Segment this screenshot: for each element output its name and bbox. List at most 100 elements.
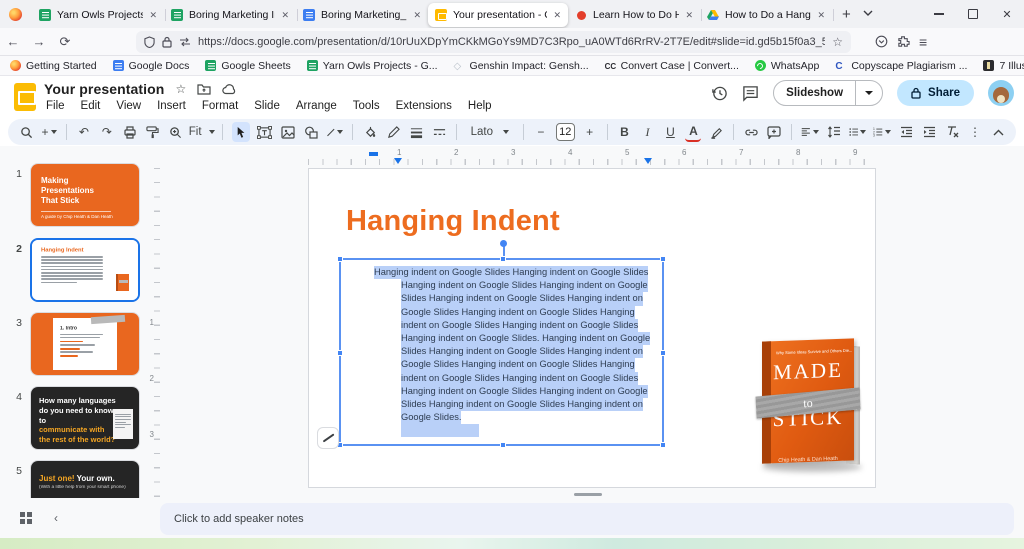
menu-help[interactable]: Help: [463, 99, 497, 113]
slide-thumbnail-4[interactable]: How many languages do you need to know t…: [30, 386, 140, 450]
menu-hamburger-icon[interactable]: ≡: [919, 34, 927, 50]
window-close-button[interactable]: ✕: [990, 1, 1024, 27]
bookmark-getting-started[interactable]: Getting Started: [10, 60, 97, 72]
highlight-color-icon[interactable]: [708, 122, 724, 142]
permissions-icon[interactable]: [179, 37, 191, 47]
window-maximize-button[interactable]: [956, 1, 990, 27]
cloud-status-icon[interactable]: [222, 84, 237, 95]
underline-button[interactable]: U: [662, 122, 678, 142]
slide-thumbnail-1[interactable]: Making Presentations That Stick A guide …: [30, 163, 140, 227]
align-button[interactable]: [801, 122, 819, 142]
first-line-indent-marker[interactable]: [369, 152, 378, 156]
version-history-icon[interactable]: [711, 85, 728, 102]
bookmark-whatsapp[interactable]: WhatsApp: [755, 60, 819, 72]
print-icon[interactable]: [122, 122, 138, 142]
font-size-input[interactable]: 12: [556, 123, 575, 141]
bulleted-list-button[interactable]: [849, 122, 867, 142]
tab-close-icon[interactable]: ✕: [817, 11, 825, 20]
tab-boring-marketing-internal[interactable]: Boring Marketing Internal - ✕: [164, 3, 296, 27]
increase-font-size-button[interactable]: +: [582, 122, 598, 142]
menu-format[interactable]: Format: [197, 99, 243, 113]
document-title[interactable]: Your presentation: [44, 81, 164, 97]
zoom-icon[interactable]: [168, 122, 184, 142]
menu-tools[interactable]: Tools: [348, 99, 385, 113]
tab-how-to-hanging-indent[interactable]: How to Do a Hanging Inde ✕: [700, 3, 832, 27]
decrease-indent-icon[interactable]: [898, 122, 914, 142]
numbered-list-button[interactable]: 123: [873, 122, 891, 142]
bookmark-convert-case[interactable]: Convert Case | Convert...: [605, 60, 739, 72]
slide-thumbnail-3[interactable]: 1. Intro: [30, 312, 140, 376]
zoom-select[interactable]: Fit: [191, 122, 213, 142]
extensions-icon[interactable]: [897, 35, 910, 48]
bookmark-copyscape[interactable]: Copyscape Plagiarism ...: [835, 60, 967, 72]
list-all-tabs-icon[interactable]: [863, 10, 872, 19]
star-document-icon[interactable]: ☆: [175, 82, 186, 96]
hanging-indent-marker[interactable]: [394, 158, 402, 164]
border-dash-icon[interactable]: [431, 122, 447, 142]
window-minimize-button[interactable]: [922, 1, 956, 27]
collapse-filmstrip-icon[interactable]: ‹: [54, 511, 58, 525]
comments-icon[interactable]: [742, 85, 759, 102]
made-to-stick-book-image[interactable]: Why Some Ideas Survive and Others Die...…: [756, 334, 868, 474]
tab-boring-marketing-howto[interactable]: Boring Marketing_How To D ✕: [296, 3, 428, 27]
hanging-indent-paragraph[interactable]: Hanging indent on Google Slides Hanging …: [341, 260, 662, 442]
text-box-options-button[interactable]: [317, 427, 339, 449]
menu-slide[interactable]: Slide: [249, 99, 285, 113]
add-comment-icon[interactable]: [766, 122, 782, 142]
resize-handle-se[interactable]: [660, 442, 666, 448]
resize-handle-ne[interactable]: [660, 256, 666, 262]
url-bar[interactable]: https://docs.google.com/presentation/d/1…: [136, 31, 851, 53]
bookmark-star-icon[interactable]: ☆: [832, 35, 843, 49]
resize-handle-e[interactable]: [660, 350, 666, 356]
selected-text-box[interactable]: Hanging indent on Google Slides Hanging …: [339, 258, 664, 446]
slide-canvas[interactable]: Hanging Indent Hanging indent on Google …: [308, 168, 876, 488]
share-button[interactable]: Share: [897, 80, 974, 106]
font-family-select[interactable]: Lato: [466, 122, 514, 142]
border-color-icon[interactable]: [385, 122, 401, 142]
clear-formatting-icon[interactable]: [944, 122, 960, 142]
slides-logo-icon[interactable]: [14, 83, 36, 111]
menu-edit[interactable]: Edit: [76, 99, 106, 113]
bookmark-yarn-owls[interactable]: Yarn Owls Projects - G...: [307, 60, 438, 72]
tab-close-icon[interactable]: ✕: [685, 11, 693, 20]
resize-handle-n[interactable]: [500, 256, 506, 262]
forward-icon[interactable]: →: [26, 34, 52, 49]
border-weight-icon[interactable]: [408, 122, 424, 142]
slideshow-button[interactable]: Slideshow: [773, 80, 883, 106]
slide-thumbnail-2-selected[interactable]: Hanging Indent: [30, 238, 140, 302]
url-text[interactable]: https://docs.google.com/presentation/d/1…: [198, 36, 825, 48]
bookmark-genshin[interactable]: Genshin Impact: Gensh...: [454, 60, 589, 72]
menu-extensions[interactable]: Extensions: [391, 99, 457, 113]
text-box-icon[interactable]: [257, 122, 273, 142]
insert-line-icon[interactable]: [326, 122, 344, 142]
speaker-notes-input[interactable]: Click to add speaker notes: [160, 503, 1014, 535]
redo-icon[interactable]: ↷: [99, 122, 115, 142]
new-slide-button[interactable]: +: [41, 122, 57, 142]
resize-handle-w[interactable]: [337, 350, 343, 356]
slideshow-dropdown[interactable]: [855, 81, 882, 105]
new-tab-button[interactable]: +: [842, 6, 851, 23]
bookmark-google-docs[interactable]: Google Docs: [113, 60, 190, 72]
fill-color-icon[interactable]: [362, 122, 378, 142]
firefox-icon[interactable]: [9, 8, 22, 21]
more-options-icon[interactable]: ⋮: [967, 122, 983, 142]
resize-handle-nw[interactable]: [337, 256, 343, 262]
undo-icon[interactable]: ↶: [76, 122, 92, 142]
bookmark-google-sheets[interactable]: Google Sheets: [205, 60, 290, 72]
line-spacing-icon[interactable]: [826, 122, 842, 142]
grid-view-icon[interactable]: [20, 512, 32, 524]
text-color-button[interactable]: A: [685, 122, 701, 142]
move-to-folder-icon[interactable]: [197, 83, 211, 95]
italic-button[interactable]: I: [639, 122, 655, 142]
search-menus-icon[interactable]: [18, 122, 34, 142]
tab-learn-hanging-indent[interactable]: Learn How to Do Hanging I ✕: [568, 3, 700, 27]
slide-title[interactable]: Hanging Indent: [346, 205, 560, 238]
menu-arrange[interactable]: Arrange: [291, 99, 342, 113]
menu-insert[interactable]: Insert: [152, 99, 191, 113]
lock-icon[interactable]: [162, 36, 172, 48]
insert-image-icon[interactable]: [280, 122, 296, 142]
pocket-icon[interactable]: [875, 35, 888, 48]
slide-thumbnail-5[interactable]: Just one! Your own. (With a little help …: [30, 460, 140, 498]
bold-button[interactable]: B: [616, 122, 632, 142]
tab-yarn-owls[interactable]: Yarn Owls Projects - Googl ✕: [32, 3, 164, 27]
